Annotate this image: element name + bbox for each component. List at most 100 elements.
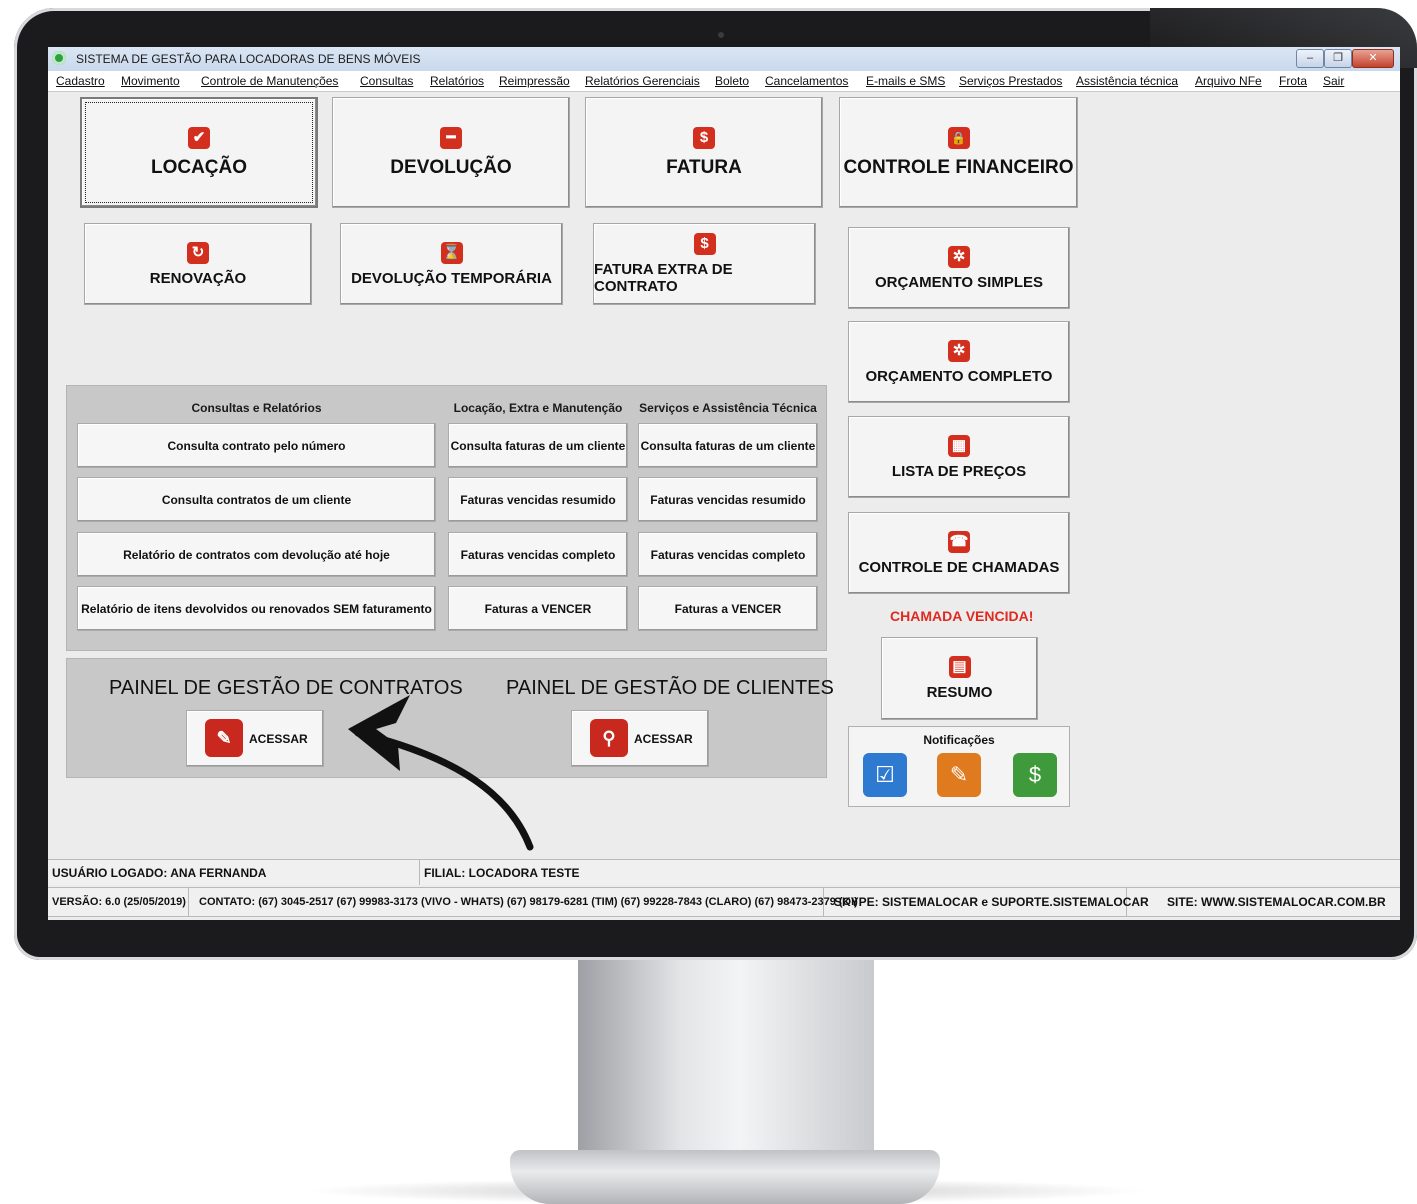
menu-consultas[interactable]: Consultas (360, 74, 413, 88)
resumo-button[interactable]: ▤ RESUMO (881, 637, 1038, 720)
lista-precos-label: LISTA DE PREÇOS (891, 462, 1027, 480)
controle-chamadas-button[interactable]: ☎ CONTROLE DE CHAMADAS (848, 512, 1070, 594)
painel-clientes-title: PAINEL DE GESTÃO DE CLIENTES (506, 677, 834, 699)
col2-consulta-faturas-button[interactable]: Consulta faturas de um cliente (448, 423, 628, 468)
menu-relatorios-gerenciais[interactable]: Relatórios Gerenciais (585, 74, 700, 88)
controle-financeiro-label: CONTROLE FINANCEIRO (843, 156, 1074, 178)
fatura-label: FATURA (666, 156, 742, 178)
renovacao-label: RENOVAÇÃO (149, 269, 247, 287)
col3-faturas-vencer-button[interactable]: Faturas a VENCER (638, 586, 818, 631)
consulta-contrato-numero-button[interactable]: Consulta contrato pelo número (77, 423, 436, 468)
menu-frota[interactable]: Frota (1279, 74, 1307, 88)
gear-icon: ✲ (948, 339, 970, 362)
acessar-contratos-button[interactable]: ✎ ACESSAR (186, 710, 324, 767)
col3-header: Serviços e Assistência Técnica (639, 401, 817, 415)
controle-chamadas-label: CONTROLE DE CHAMADAS (858, 558, 1060, 576)
chamada-vencida-alert: CHAMADA VENCIDA! (890, 608, 1034, 624)
notifications-title: Notificações (923, 733, 995, 747)
skype: SKYPE: SISTEMALOCAR e SUPORTE.SISTEMALOC… (824, 888, 1149, 916)
title-bar: SISTEMA DE GESTÃO PARA LOCADORAS DE BENS… (48, 47, 1400, 71)
fatura-extra-button[interactable]: $ FATURA EXTRA DE CONTRATO (593, 223, 816, 305)
versao: VERSÃO: 6.0 (25/05/2019) (48, 888, 189, 916)
clients-search-icon: ⚲ (590, 719, 628, 757)
restore-button[interactable]: ❐ (1324, 49, 1352, 68)
monitor-stand-base (510, 1150, 940, 1204)
minimize-button[interactable]: – (1296, 49, 1324, 68)
devolucao-button[interactable]: ━ DEVOLUÇÃO (332, 97, 570, 208)
locacao-label: LOCAÇÃO (150, 156, 248, 178)
fatura-extra-label: FATURA EXTRA DE CONTRATO (594, 261, 733, 295)
relatorio-devolucao-hoje-button[interactable]: Relatório de contratos com devolução até… (77, 532, 436, 577)
menu-relatorios[interactable]: Relatórios (430, 74, 484, 88)
acessar-clientes-button[interactable]: ⚲ ACESSAR (571, 710, 709, 767)
col2-header: Locação, Extra e Manutenção (453, 401, 623, 415)
consultas-panel: Consultas e Relatórios Locação, Extra e … (66, 385, 827, 651)
resumo-label: RESUMO (926, 684, 993, 701)
menu-assistencia-tecnica[interactable]: Assistência técnica (1076, 74, 1178, 88)
col3-vencidas-resumido-button[interactable]: Faturas vencidas resumido (638, 477, 818, 522)
controle-financeiro-button[interactable]: 🔒 CONTROLE FINANCEIRO (839, 97, 1078, 208)
app-window: SISTEMA DE GESTÃO PARA LOCADORAS DE BENS… (48, 47, 1400, 920)
lock-icon: 🔒 (947, 126, 970, 149)
payment-notification-icon[interactable]: $ (1013, 753, 1057, 797)
col1-header: Consultas e Relatórios (191, 401, 322, 415)
site: SITE: WWW.SISTEMALOCAR.COM.BR (1167, 895, 1386, 909)
menu-controle-manutencoes[interactable]: Controle de Manutenções (201, 74, 338, 88)
orcamento-simples-label: ORÇAMENTO SIMPLES (874, 273, 1044, 291)
menu-emails-sms[interactable]: E-mails e SMS (866, 74, 945, 88)
dollar-icon: $ (693, 233, 716, 255)
orcamento-completo-button[interactable]: ✲ ORÇAMENTO COMPLETO (848, 321, 1070, 403)
consulta-contratos-cliente-button[interactable]: Consulta contratos de um cliente (77, 477, 436, 522)
renovacao-button[interactable]: ↻ RENOVAÇÃO (84, 223, 312, 305)
window-title: SISTEMA DE GESTÃO PARA LOCADORAS DE BENS… (76, 52, 421, 66)
fatura-button[interactable]: $ FATURA (585, 97, 823, 208)
menu-sair[interactable]: Sair (1323, 74, 1344, 88)
monitor-stand-neck (578, 960, 874, 1170)
acessar-clientes-label: ACESSAR (634, 732, 693, 746)
lista-precos-button[interactable]: ▦ LISTA DE PREÇOS (848, 416, 1070, 498)
devolucao-temporaria-button[interactable]: ⌛ DEVOLUÇÃO TEMPORÁRIA (340, 223, 563, 305)
col2-vencidas-completo-button[interactable]: Faturas vencidas completo (448, 532, 628, 577)
app-icon (52, 51, 66, 65)
usuario-logado: USUÁRIO LOGADO: ANA FERNANDA (48, 860, 420, 885)
invoice-edit-notification-icon[interactable]: ✎ (937, 753, 981, 797)
acessar-contratos-label: ACESSAR (249, 732, 308, 746)
menu-cancelamentos[interactable]: Cancelamentos (765, 74, 848, 88)
orcamento-completo-label: ORÇAMENTO COMPLETO (865, 367, 1053, 385)
status-bar-info: VERSÃO: 6.0 (25/05/2019) CONTATO: (67) 3… (48, 887, 1400, 917)
menu-servicos-prestados[interactable]: Serviços Prestados (959, 74, 1062, 88)
document-icon: ▤ (948, 656, 971, 678)
pointer-arrow (348, 695, 534, 851)
check-icon: ✔ (188, 126, 210, 149)
close-button[interactable]: ✕ (1352, 49, 1394, 68)
menu-movimento[interactable]: Movimento (121, 74, 180, 88)
status-bar-user: USUÁRIO LOGADO: ANA FERNANDA FILIAL: LOC… (48, 859, 1400, 885)
col2-faturas-vencer-button[interactable]: Faturas a VENCER (448, 586, 628, 631)
menu-arquivo-nfe[interactable]: Arquivo NFe (1195, 74, 1262, 88)
contract-icon: ✎ (205, 719, 243, 757)
locacao-button[interactable]: ✔ LOCAÇÃO (80, 97, 318, 208)
notifications-panel: Notificações ☑ ✎ $ (848, 726, 1070, 807)
minus-icon: ━ (440, 126, 462, 149)
menu-cadastro[interactable]: Cadastro (56, 74, 105, 88)
devolucao-temporaria-label: DEVOLUÇÃO TEMPORÁRIA (351, 269, 552, 287)
col2-vencidas-resumido-button[interactable]: Faturas vencidas resumido (448, 477, 628, 522)
orcamento-simples-button[interactable]: ✲ ORÇAMENTO SIMPLES (848, 227, 1070, 309)
dollar-icon: $ (693, 126, 715, 149)
devolucao-label: DEVOLUÇÃO (390, 156, 512, 178)
refresh-icon: ↻ (187, 241, 209, 264)
col3-vencidas-completo-button[interactable]: Faturas vencidas completo (638, 532, 818, 577)
menu-boleto[interactable]: Boleto (715, 74, 749, 88)
menu-reimpressao[interactable]: Reimpressão (499, 74, 570, 88)
filial: FILIAL: LOCADORA TESTE (424, 865, 580, 880)
webcam-dot (718, 32, 724, 38)
relatorio-itens-sem-faturamento-button[interactable]: Relatório de itens devolvidos ou renovad… (77, 586, 436, 631)
phone-icon: ☎ (948, 530, 970, 553)
contato: CONTATO: (67) 3045-2517 (67) 99983-3173 … (189, 888, 858, 916)
hourglass-icon: ⌛ (440, 241, 463, 264)
calculator-icon: ▦ (948, 434, 970, 457)
checklist-notification-icon[interactable]: ☑ (863, 753, 907, 797)
col3-consulta-faturas-button[interactable]: Consulta faturas de um cliente (638, 423, 818, 468)
gear-icon: ✲ (948, 245, 970, 268)
menu-bar: Cadastro Movimento Controle de Manutençõ… (48, 71, 1400, 92)
